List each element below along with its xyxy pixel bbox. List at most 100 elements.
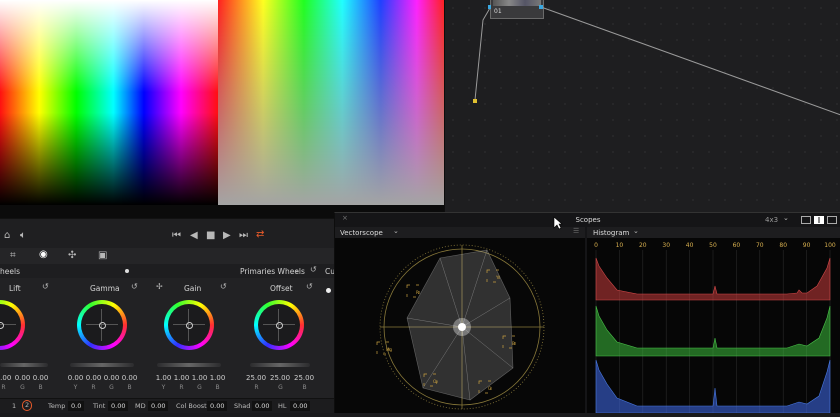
hl-value[interactable]: 0.00 — [290, 401, 311, 411]
md-value[interactable]: 0.00 — [148, 401, 169, 411]
node-editor[interactable]: 01 — [444, 0, 840, 212]
hl-label: HL — [278, 402, 287, 410]
scope-settings-icon[interactable]: ☰ — [573, 228, 579, 235]
histogram-tick-label: 50 — [709, 242, 717, 249]
shad-value[interactable]: 0.00 — [252, 401, 273, 411]
histogram-tick-label: 80 — [779, 242, 787, 249]
chevron-down-icon[interactable]: ⌄ — [783, 215, 789, 222]
color-wheels-icon[interactable]: ◉ — [39, 250, 48, 260]
histogram-tick-label: 90 — [803, 242, 811, 249]
reset-icon[interactable]: ↺ — [220, 283, 227, 291]
gain-y-value[interactable]: 1.00 — [155, 374, 172, 382]
gamma-wheel[interactable] — [77, 300, 127, 350]
skip-start-icon[interactable]: ⏮︎ — [172, 231, 181, 241]
channel-label: Y — [161, 384, 166, 391]
motion-effects-icon[interactable]: ▣ — [98, 251, 107, 261]
color-test-patch-desaturated — [218, 0, 444, 205]
histogram-dropdown[interactable]: Histogram — [593, 229, 629, 237]
gain-g-value[interactable]: 1.00 — [191, 374, 208, 382]
gain-b-value[interactable]: 1.00 — [209, 374, 226, 382]
page-dot-icon[interactable] — [125, 269, 129, 273]
gamma-r-value[interactable]: 0.00 — [85, 374, 102, 382]
lift-master-slider[interactable] — [0, 363, 48, 367]
channel-label: R — [254, 384, 259, 391]
channel-label: R — [91, 384, 96, 391]
channel-label: B — [38, 384, 43, 391]
page-2-tab[interactable]: 2 — [22, 400, 33, 411]
gain-master-slider[interactable] — [157, 363, 221, 367]
page-1-tab[interactable]: 1 — [12, 402, 16, 410]
offset-wheel[interactable] — [254, 300, 304, 350]
col-boost-value[interactable]: 0.00 — [207, 401, 228, 411]
camera-raw-icon[interactable]: ⌗ — [10, 251, 16, 261]
vector-target: R — [406, 284, 420, 298]
single-view-icon[interactable] — [801, 216, 811, 224]
temp-value[interactable]: 0.0 — [68, 401, 85, 411]
image-viewer[interactable] — [0, 0, 444, 218]
histogram-tick-label: 70 — [756, 242, 764, 249]
vector-target-label: Cy — [433, 379, 439, 384]
chevron-down-icon[interactable]: ⌄ — [633, 228, 639, 235]
vectorscope-graticule: R Mg B Cy G Yl — [376, 244, 545, 410]
tint-value[interactable]: 0.00 — [108, 401, 129, 411]
primaries-header: heels Primaries Wheels ⌄ ↺ Cu — [0, 264, 335, 278]
skip-end-icon[interactable]: ⏭︎ — [239, 231, 248, 241]
channel-label: R — [1, 384, 6, 391]
gain-r-value[interactable]: 1.00 — [173, 374, 190, 382]
histogram-tick-label: 100 — [824, 242, 836, 249]
gain-wheel[interactable] — [164, 300, 214, 350]
vectorscope-header: Vectorscope ⌄ ☰ — [335, 227, 585, 238]
rgb-mixer-icon[interactable]: ✣ — [68, 251, 76, 261]
channel-label: B — [127, 384, 132, 391]
chevron-down-icon[interactable]: ⌄ — [393, 228, 399, 235]
color-test-patch — [0, 0, 218, 205]
vectorscope-dropdown[interactable]: Vectorscope — [340, 229, 383, 237]
reset-icon[interactable]: ↺ — [310, 266, 317, 274]
step-back-icon[interactable]: ◀ — [190, 231, 198, 241]
transport-bar: ⌂ 🔈︎ ⏮︎ ◀ ■ ▶ ⏭︎ ⇄ — [0, 218, 334, 249]
gamma-b-value[interactable]: 0.00 — [121, 374, 138, 382]
reset-icon[interactable]: ↺ — [306, 283, 313, 291]
loop-icon[interactable]: ⇄ — [256, 230, 264, 240]
vector-target-label: R — [416, 290, 419, 295]
offset-b-value[interactable]: 25.00 — [294, 374, 314, 382]
histogram-header: Histogram ⌄ — [587, 227, 840, 238]
lift-g-value[interactable]: 0.00 — [14, 374, 31, 382]
histogram-display: 0 10 20 30 40 50 60 70 80 90 100 — [587, 238, 840, 414]
gamma-label: Gamma — [90, 284, 120, 293]
vector-target-label: B — [512, 341, 515, 346]
speaker-icon[interactable]: 🔈︎ — [20, 231, 26, 241]
shad-label: Shad — [234, 402, 251, 410]
lift-b-value[interactable]: 0.00 — [32, 374, 49, 382]
picker-icon[interactable]: ✢ — [156, 283, 163, 291]
offset-r-value[interactable]: 25.00 — [246, 374, 266, 382]
offset-g-value[interactable]: 25.00 — [270, 374, 290, 382]
offset-master-slider[interactable] — [250, 363, 310, 367]
palette-toolbar: ⌗ ◉ ✣ ▣ — [0, 248, 334, 264]
gamma-master-slider[interactable] — [70, 363, 134, 367]
md-label: MD — [135, 402, 146, 410]
camera-icon[interactable]: ⌂ — [4, 231, 10, 241]
adjustment-bar: 1 2 Temp 0.0 Tint 0.00 MD 0.00 Col Boost… — [0, 398, 334, 413]
reset-icon[interactable]: ↺ — [42, 283, 49, 291]
gain-label: Gain — [184, 284, 202, 293]
chevron-down-icon[interactable]: ⌄ — [294, 267, 300, 274]
gamma-y-value[interactable]: 0.00 — [67, 374, 84, 382]
lift-r-value[interactable]: 0.00 — [0, 374, 12, 382]
node-connections — [473, 5, 840, 116]
channel-label: B — [302, 384, 307, 391]
histogram-tick-label: 40 — [686, 242, 694, 249]
stop-icon[interactable]: ■ — [206, 231, 215, 241]
dual-view-icon[interactable] — [814, 216, 824, 224]
channel-label: Y — [73, 384, 78, 391]
quad-view-icon[interactable] — [827, 216, 837, 224]
play-icon[interactable]: ▶ — [223, 231, 231, 241]
curves-dot-icon[interactable] — [326, 288, 331, 293]
lift-wheel[interactable] — [0, 300, 25, 350]
lift-label: Lift — [9, 284, 21, 293]
gamma-g-value[interactable]: 0.00 — [103, 374, 120, 382]
scope-layout-dropdown[interactable]: 4x3 — [765, 216, 778, 224]
reset-icon[interactable]: ↺ — [131, 283, 138, 291]
color-wheels-panel: Lift ↺ 0.00 0.00 0.00 R G B Gamma ↺ 0.00… — [0, 278, 334, 412]
vectorscope-display: R Mg B Cy G Yl — [335, 238, 585, 413]
